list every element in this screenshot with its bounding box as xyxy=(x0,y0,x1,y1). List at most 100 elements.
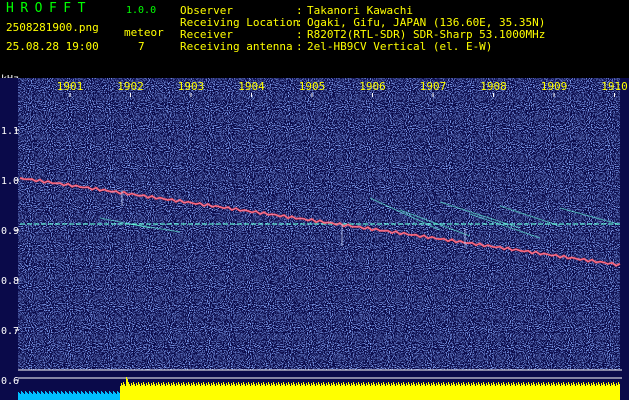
signal-level-bar xyxy=(439,384,440,400)
signal-level-bar xyxy=(126,377,127,400)
signal-level-bar xyxy=(102,392,103,400)
signal-level-bar xyxy=(141,383,142,400)
signal-level-bar xyxy=(454,384,455,400)
signal-level-bar xyxy=(530,386,531,400)
signal-level-bar xyxy=(301,383,302,400)
detection-count: 7 xyxy=(138,40,145,53)
signal-level-bar xyxy=(477,385,478,400)
signal-level-bar xyxy=(22,392,23,400)
signal-level-bar xyxy=(306,383,307,400)
signal-level-bar xyxy=(317,385,318,400)
signal-level-bar xyxy=(173,382,174,400)
signal-level-bar xyxy=(450,386,451,400)
signal-level-bar xyxy=(487,385,488,400)
signal-level-bar xyxy=(31,393,32,400)
signal-level-bar xyxy=(512,385,513,400)
signal-level-bar xyxy=(387,385,388,400)
signal-level-bar xyxy=(95,393,96,400)
signal-level-bar xyxy=(149,384,150,400)
signal-level-bar xyxy=(573,382,574,400)
signal-level-bar xyxy=(482,385,483,400)
signal-level-bar xyxy=(139,384,140,400)
signal-level-bar xyxy=(218,382,219,400)
signal-level-bar xyxy=(131,383,132,400)
signal-level-bar xyxy=(213,382,214,400)
signal-level-bar xyxy=(231,383,232,400)
signal-level-bar xyxy=(449,384,450,400)
signal-level-bar xyxy=(246,383,247,400)
signal-level-bar xyxy=(427,385,428,400)
signal-level-bar xyxy=(78,392,79,400)
signal-level-bar xyxy=(546,383,547,400)
signal-level-bar xyxy=(533,382,534,400)
signal-level-bar xyxy=(504,384,505,400)
signal-level-bar xyxy=(50,392,51,400)
signal-level-bar xyxy=(166,383,167,400)
signal-level-bar xyxy=(588,382,589,400)
signal-level-bar xyxy=(53,391,54,400)
signal-level-bar xyxy=(524,384,525,400)
signal-level-bar xyxy=(200,386,201,400)
signal-level-bar xyxy=(526,383,527,400)
signal-level-bar xyxy=(203,382,204,400)
signal-level-bar xyxy=(508,382,509,400)
signal-level-bar xyxy=(473,382,474,400)
signal-level-bar xyxy=(365,386,366,400)
signal-level-bar xyxy=(232,385,233,400)
signal-level-bar xyxy=(115,393,116,400)
signal-level-bar xyxy=(196,383,197,400)
signal-level-bar xyxy=(140,386,141,400)
signal-level-bar xyxy=(570,386,571,400)
signal-level-bar xyxy=(385,386,386,400)
signal-level-bar xyxy=(411,383,412,400)
signal-level-bar xyxy=(152,385,153,400)
signal-level-bar xyxy=(417,385,418,400)
signal-level-bar xyxy=(496,383,497,400)
signal-level-bar xyxy=(180,386,181,400)
signal-level-bar xyxy=(598,382,599,400)
signal-level-bar xyxy=(154,384,155,400)
signal-level-bar xyxy=(520,386,521,400)
signal-level-bar xyxy=(560,386,561,400)
antenna-label: Receiving antenna xyxy=(180,40,293,53)
signal-level-bar xyxy=(278,382,279,400)
signal-level-bar xyxy=(92,394,93,400)
signal-level-bar xyxy=(101,391,102,400)
signal-level-bar xyxy=(567,385,568,400)
frequency-tick-label: 0.7 xyxy=(1,326,19,337)
signal-level-bar xyxy=(356,383,357,400)
signal-level-bar xyxy=(448,382,449,400)
signal-level-bar xyxy=(352,385,353,400)
detection-type-label: meteor xyxy=(124,26,164,39)
signal-level-bar xyxy=(63,393,64,400)
signal-level-bar xyxy=(242,385,243,400)
signal-level-bar xyxy=(132,385,133,400)
signal-level-bar xyxy=(444,384,445,400)
signal-level-bar xyxy=(274,384,275,400)
signal-level-bar xyxy=(470,386,471,400)
signal-level-bar xyxy=(519,384,520,400)
signal-level-bar xyxy=(236,383,237,400)
signal-level-bar xyxy=(445,386,446,400)
signal-level-bar xyxy=(398,382,399,400)
signal-level-bar xyxy=(379,384,380,400)
signal-level-bar xyxy=(367,385,368,400)
signal-level-bar xyxy=(21,391,22,400)
signal-level-bar xyxy=(293,382,294,400)
signal-level-bar xyxy=(243,382,244,400)
signal-level-bar xyxy=(457,385,458,400)
signal-level-bar xyxy=(247,385,248,400)
signal-level-bar xyxy=(606,383,607,400)
signal-level-bar xyxy=(128,382,129,400)
signal-level-bar xyxy=(172,385,173,400)
signal-level-bar xyxy=(121,383,122,400)
signal-level-bar xyxy=(144,384,145,400)
signal-level-bar xyxy=(618,382,619,400)
signal-level-bar xyxy=(431,383,432,400)
signal-level-bar xyxy=(474,384,475,400)
signal-level-bar xyxy=(446,383,447,400)
signal-level-bar xyxy=(344,384,345,400)
signal-level-bar xyxy=(478,382,479,400)
signal-level-bar xyxy=(468,382,469,400)
signal-level-bar xyxy=(610,386,611,400)
